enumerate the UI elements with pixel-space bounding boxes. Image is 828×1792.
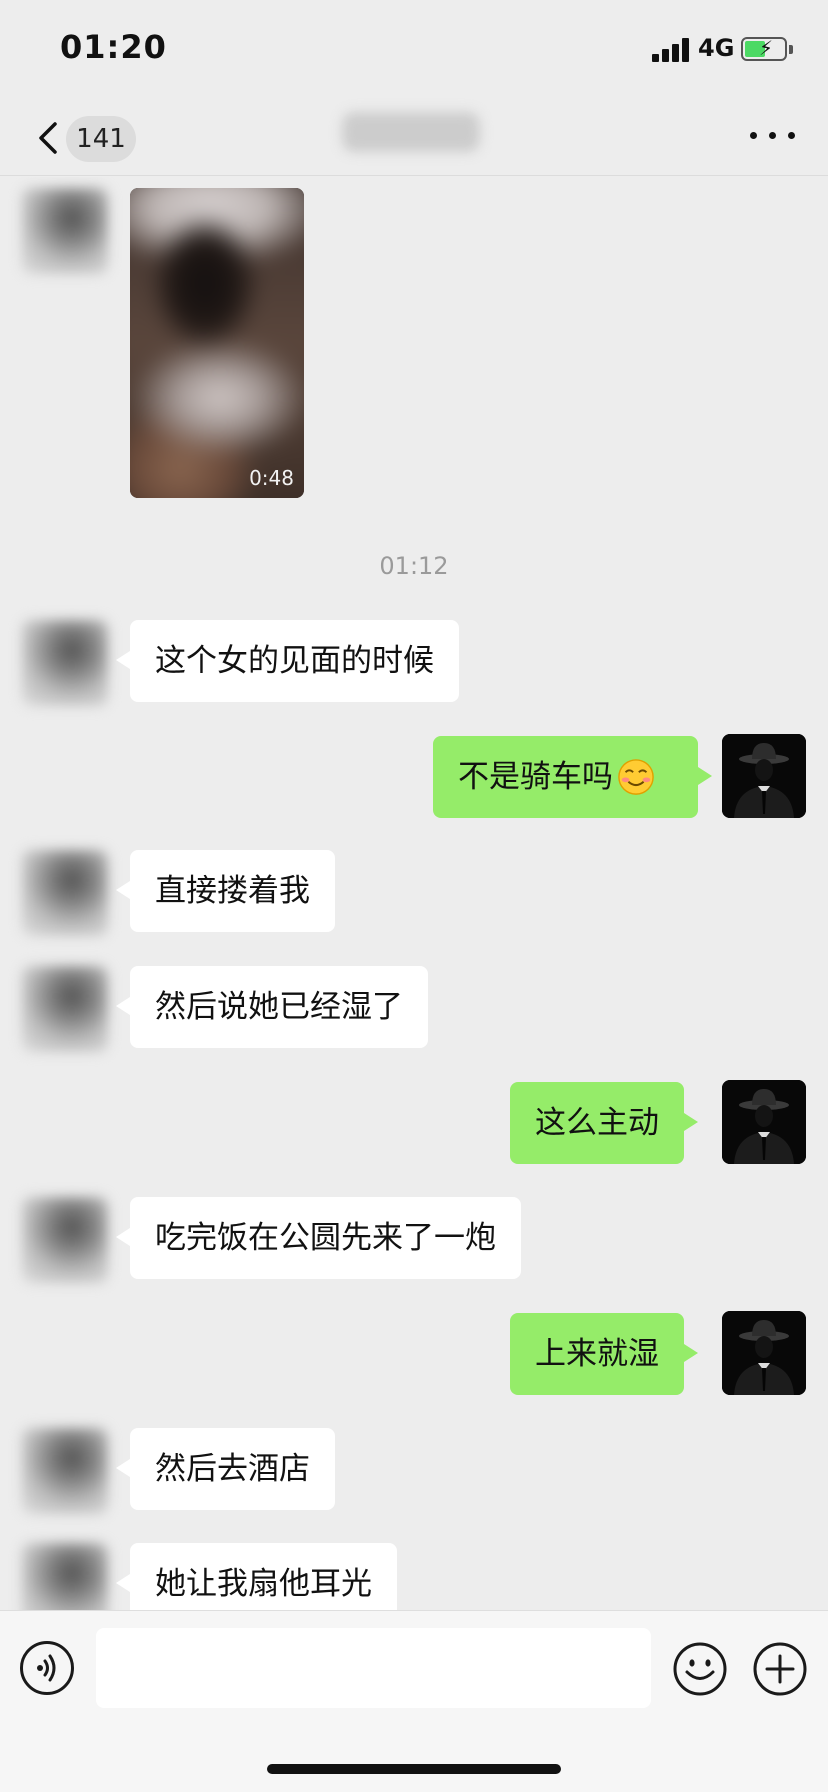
message-input[interactable]	[96, 1628, 651, 1708]
voice-icon	[37, 1654, 56, 1682]
contact-avatar[interactable]	[22, 966, 108, 1052]
incoming-message[interactable]: 她让我扇他耳光	[116, 1543, 397, 1610]
more-dots-icon	[750, 132, 757, 139]
message-list[interactable]: 0:48 01:12 这个女的见面的时候 不是骑车吗 直接搂着我 然后说她已经湿…	[0, 177, 828, 1610]
chat-screen: 01:20 4G ⚡ 141 0:48 01:12 这个女的见面的时候 不是骑车…	[0, 0, 828, 1792]
incoming-message[interactable]: 然后说她已经湿了	[116, 966, 428, 1048]
contact-avatar[interactable]	[22, 850, 108, 936]
more-dots-icon	[769, 132, 776, 139]
chat-title-blurred	[342, 112, 480, 152]
my-avatar[interactable]	[722, 1080, 806, 1164]
incoming-message[interactable]: 然后去酒店	[116, 1428, 335, 1510]
video-thumbnail-blurred	[130, 188, 304, 498]
my-avatar[interactable]	[722, 1311, 806, 1395]
outgoing-message[interactable]: 不是骑车吗	[433, 736, 712, 818]
back-button[interactable]: 141	[28, 110, 140, 166]
chevron-left-icon	[39, 122, 57, 154]
status-time: 01:20	[60, 28, 167, 66]
more-options-button[interactable]	[746, 120, 800, 150]
network-type: 4G	[698, 34, 735, 62]
charging-icon: ⚡	[759, 36, 774, 60]
incoming-message[interactable]: 这个女的见面的时候	[116, 620, 459, 702]
man-in-hat-avatar-icon	[722, 1080, 806, 1164]
plus-icon	[753, 1642, 807, 1696]
smile-emoji-icon	[618, 758, 654, 795]
video-message[interactable]: 0:48	[130, 188, 304, 498]
man-in-hat-avatar-icon	[722, 1311, 806, 1395]
chat-header: 141	[0, 100, 828, 176]
outgoing-message[interactable]: 上来就湿	[510, 1313, 698, 1395]
video-duration: 0:48	[249, 466, 294, 490]
man-in-hat-avatar-icon	[722, 734, 806, 818]
cellular-signal-icon	[652, 38, 692, 62]
contact-avatar[interactable]	[22, 1543, 108, 1610]
more-dots-icon	[788, 132, 795, 139]
contact-avatar[interactable]	[22, 1197, 108, 1283]
status-bar: 01:20 4G ⚡	[0, 0, 828, 100]
outgoing-message-text: 不是骑车吗	[458, 759, 613, 795]
time-divider: 01:12	[379, 552, 449, 580]
battery-icon: ⚡	[741, 36, 787, 61]
voice-input-button[interactable]	[20, 1641, 74, 1695]
incoming-message[interactable]: 直接搂着我	[116, 850, 335, 932]
contact-avatar[interactable]	[22, 620, 108, 706]
more-functions-button[interactable]	[752, 1641, 808, 1697]
emoji-icon	[673, 1642, 727, 1696]
incoming-message[interactable]: 吃完饭在公圆先来了一炮	[116, 1197, 521, 1279]
outgoing-message[interactable]: 这么主动	[510, 1082, 698, 1164]
my-avatar[interactable]	[722, 734, 806, 818]
unread-count-badge: 141	[66, 116, 136, 162]
battery-tip	[789, 45, 793, 54]
contact-avatar[interactable]	[22, 188, 108, 274]
home-indicator[interactable]	[267, 1764, 561, 1774]
emoji-button[interactable]	[672, 1641, 728, 1697]
contact-avatar[interactable]	[22, 1428, 108, 1514]
